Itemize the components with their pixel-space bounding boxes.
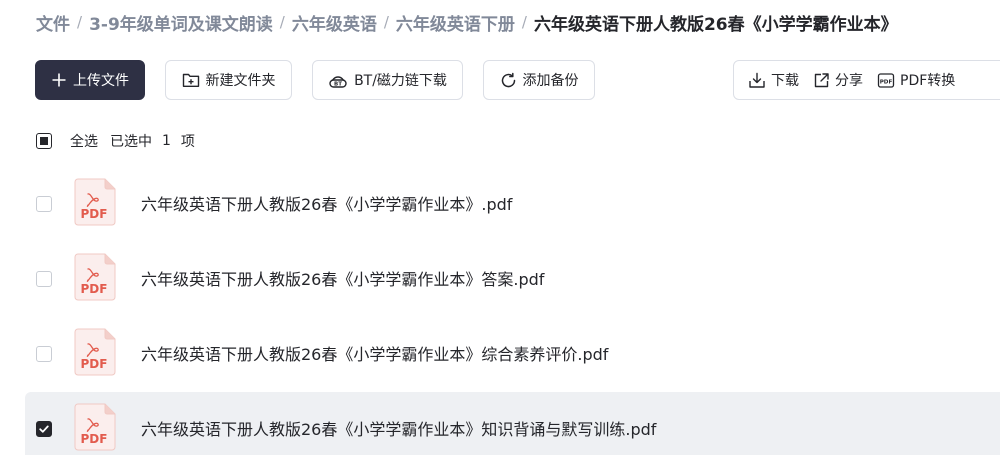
breadcrumb-separator: / bbox=[77, 13, 83, 31]
new-folder-button-label: 新建文件夹 bbox=[205, 73, 276, 89]
breadcrumb-item-files[interactable]: 文件 bbox=[36, 10, 70, 35]
share-button[interactable]: 分享 bbox=[813, 70, 863, 90]
breadcrumb-item-grade-3-9[interactable]: 3-9年级单词及课文朗读 bbox=[89, 10, 273, 35]
breadcrumb-separator: / bbox=[279, 13, 285, 31]
share-label: 分享 bbox=[835, 73, 863, 89]
add-backup-label: 添加备份 bbox=[522, 73, 579, 89]
select-all-label[interactable]: 全选 bbox=[70, 131, 98, 151]
file-name[interactable]: 六年级英语下册人教版26春《小学学霸作业本》.pdf bbox=[141, 191, 512, 215]
file-row-selected[interactable]: PDF 六年级英语下册人教版26春《小学学霸作业本》知识背诵与默写训练.pdf bbox=[25, 392, 1000, 455]
pdf-convert-button[interactable]: PDF PDF转换 bbox=[877, 70, 955, 90]
file-checkbox-checked[interactable] bbox=[36, 421, 52, 437]
pdf-file-icon: PDF bbox=[74, 178, 116, 226]
download-button[interactable]: 下载 bbox=[748, 70, 799, 90]
breadcrumb-item-grade6-english[interactable]: 六年级英语 bbox=[292, 10, 377, 35]
new-folder-button[interactable]: 新建文件夹 bbox=[165, 60, 292, 100]
file-list: PDF 六年级英语下册人教版26春《小学学霸作业本》.pdf PDF 六年级英语… bbox=[25, 167, 1000, 455]
breadcrumb-current: 六年级英语下册人教版26春《小学学霸作业本》 bbox=[533, 14, 898, 35]
file-row[interactable]: PDF 六年级英语下册人教版26春《小学学霸作业本》答案.pdf bbox=[25, 242, 1000, 317]
pdf-icon-text: PDF bbox=[81, 282, 108, 296]
share-icon bbox=[814, 72, 829, 87]
pdf-icon-text: PDF bbox=[81, 432, 108, 446]
pdf-file-icon: PDF bbox=[74, 403, 116, 451]
file-checkbox[interactable] bbox=[36, 271, 52, 287]
upload-button-label: 上传文件 bbox=[73, 73, 129, 89]
breadcrumb-item-grade6-english-vol2[interactable]: 六年级英语下册 bbox=[396, 10, 515, 35]
selected-unit: 项 bbox=[180, 134, 195, 150]
file-name[interactable]: 六年级英语下册人教版26春《小学学霸作业本》综合素养评价.pdf bbox=[141, 341, 608, 365]
checkmark-icon bbox=[39, 425, 49, 433]
pdf-icon-text: PDF bbox=[81, 357, 108, 371]
pdf-convert-label: PDF转换 bbox=[900, 73, 956, 89]
selected-count: 1 bbox=[162, 133, 171, 149]
download-label: 下载 bbox=[771, 73, 799, 89]
file-checkbox[interactable] bbox=[36, 346, 52, 362]
bt-magnet-download-label: BT/磁力链下载 bbox=[354, 73, 447, 89]
breadcrumb-separator: / bbox=[383, 13, 389, 31]
sync-icon bbox=[501, 72, 515, 87]
folder-plus-icon bbox=[182, 73, 199, 87]
file-row[interactable]: PDF 六年级英语下册人教版26春《小学学霸作业本》.pdf bbox=[25, 167, 1000, 242]
breadcrumb: 文件 / 3-9年级单词及课文朗读 / 六年级英语 / 六年级英语下册 / 六年… bbox=[36, 9, 898, 35]
file-name[interactable]: 六年级英语下册人教版26春《小学学霸作业本》答案.pdf bbox=[141, 266, 544, 290]
select-all-checkbox[interactable] bbox=[36, 133, 52, 149]
file-checkbox[interactable] bbox=[36, 196, 52, 212]
plus-icon bbox=[52, 73, 66, 87]
selected-prefix: 已选中 bbox=[110, 134, 152, 150]
file-row[interactable]: PDF 六年级英语下册人教版26春《小学学霸作业本》综合素养评价.pdf bbox=[25, 317, 1000, 392]
pdf-file-icon: PDF bbox=[74, 253, 116, 301]
select-all-row: 全选 已选中 1 项 bbox=[36, 130, 195, 152]
breadcrumb-separator: / bbox=[521, 13, 527, 31]
file-name[interactable]: 六年级英语下册人教版26春《小学学霸作业本》知识背诵与默写训练.pdf bbox=[141, 416, 656, 440]
svg-text:BT: BT bbox=[334, 82, 342, 88]
bt-icon: BT bbox=[329, 76, 347, 88]
selection-action-group: 下载 分享 PDF PDF转换 bbox=[733, 60, 1000, 100]
download-icon bbox=[749, 72, 765, 88]
svg-text:PDF: PDF bbox=[880, 79, 893, 85]
add-backup-button[interactable]: 添加备份 bbox=[483, 60, 595, 100]
upload-button[interactable]: 上传文件 bbox=[35, 60, 145, 100]
pdf-icon-text: PDF bbox=[81, 207, 108, 221]
bt-magnet-download-button[interactable]: BT BT/磁力链下载 bbox=[312, 60, 463, 100]
pdf-file-icon: PDF bbox=[74, 328, 116, 376]
pdf-convert-icon: PDF bbox=[877, 72, 895, 88]
